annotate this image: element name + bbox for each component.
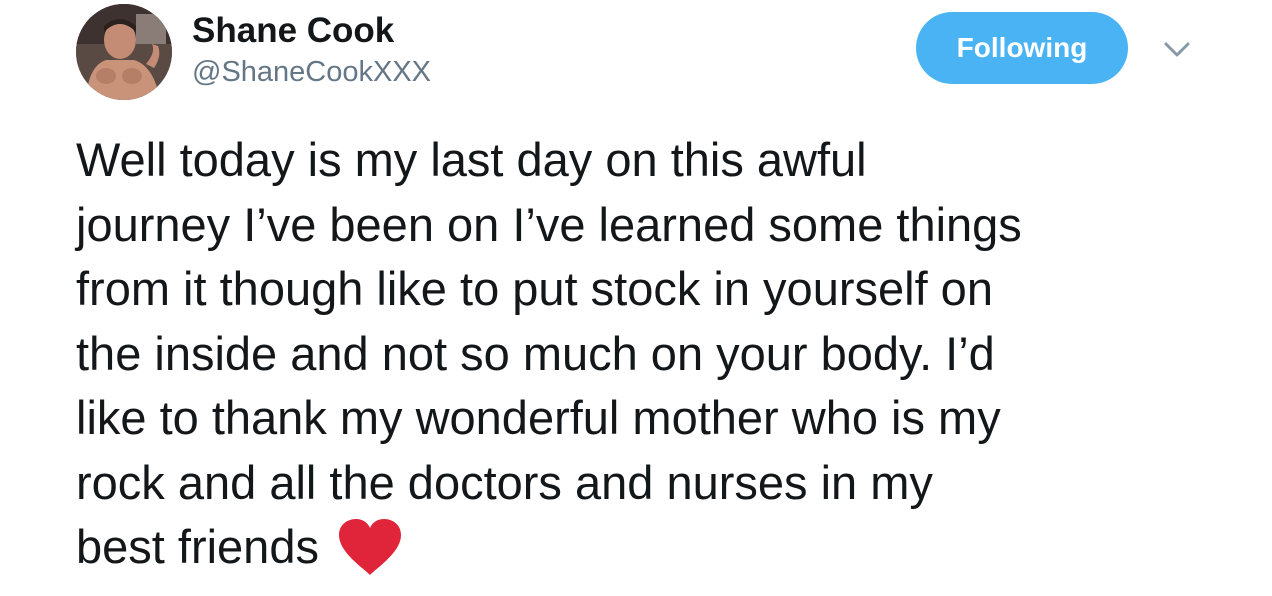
tweet-text-line: best friends (76, 520, 319, 573)
tweet-text-line: rock and all the doctors and nurses in m… (76, 455, 933, 509)
profile-photo-icon (76, 4, 172, 100)
tweet-text-line: Well today is my last day on this awful (76, 133, 867, 186)
red-heart-icon (335, 517, 405, 577)
author-display-name[interactable]: Shane Cook (192, 10, 394, 52)
avatar[interactable] (76, 4, 172, 100)
tweet-text-line: the inside and not so much on your body.… (76, 326, 995, 380)
tweet-text: Well today is my last day on this awful … (76, 128, 1236, 581)
tweet-text-line: from it though like to put stock in your… (76, 262, 993, 315)
tweet-text-line: like to thank my wonderful mother who is… (76, 391, 1001, 444)
tweet-text-line: journey I’ve been on I’ve learned some t… (76, 197, 1022, 251)
chevron-down-icon[interactable] (1162, 38, 1192, 62)
tweet-text-last-line: best friends (76, 515, 1236, 581)
author-handle[interactable]: @ShaneCookXXX (192, 54, 431, 90)
tweet-card: Shane Cook @ShaneCookXXX Following Well … (0, 0, 1272, 596)
following-button[interactable]: Following (916, 12, 1128, 84)
